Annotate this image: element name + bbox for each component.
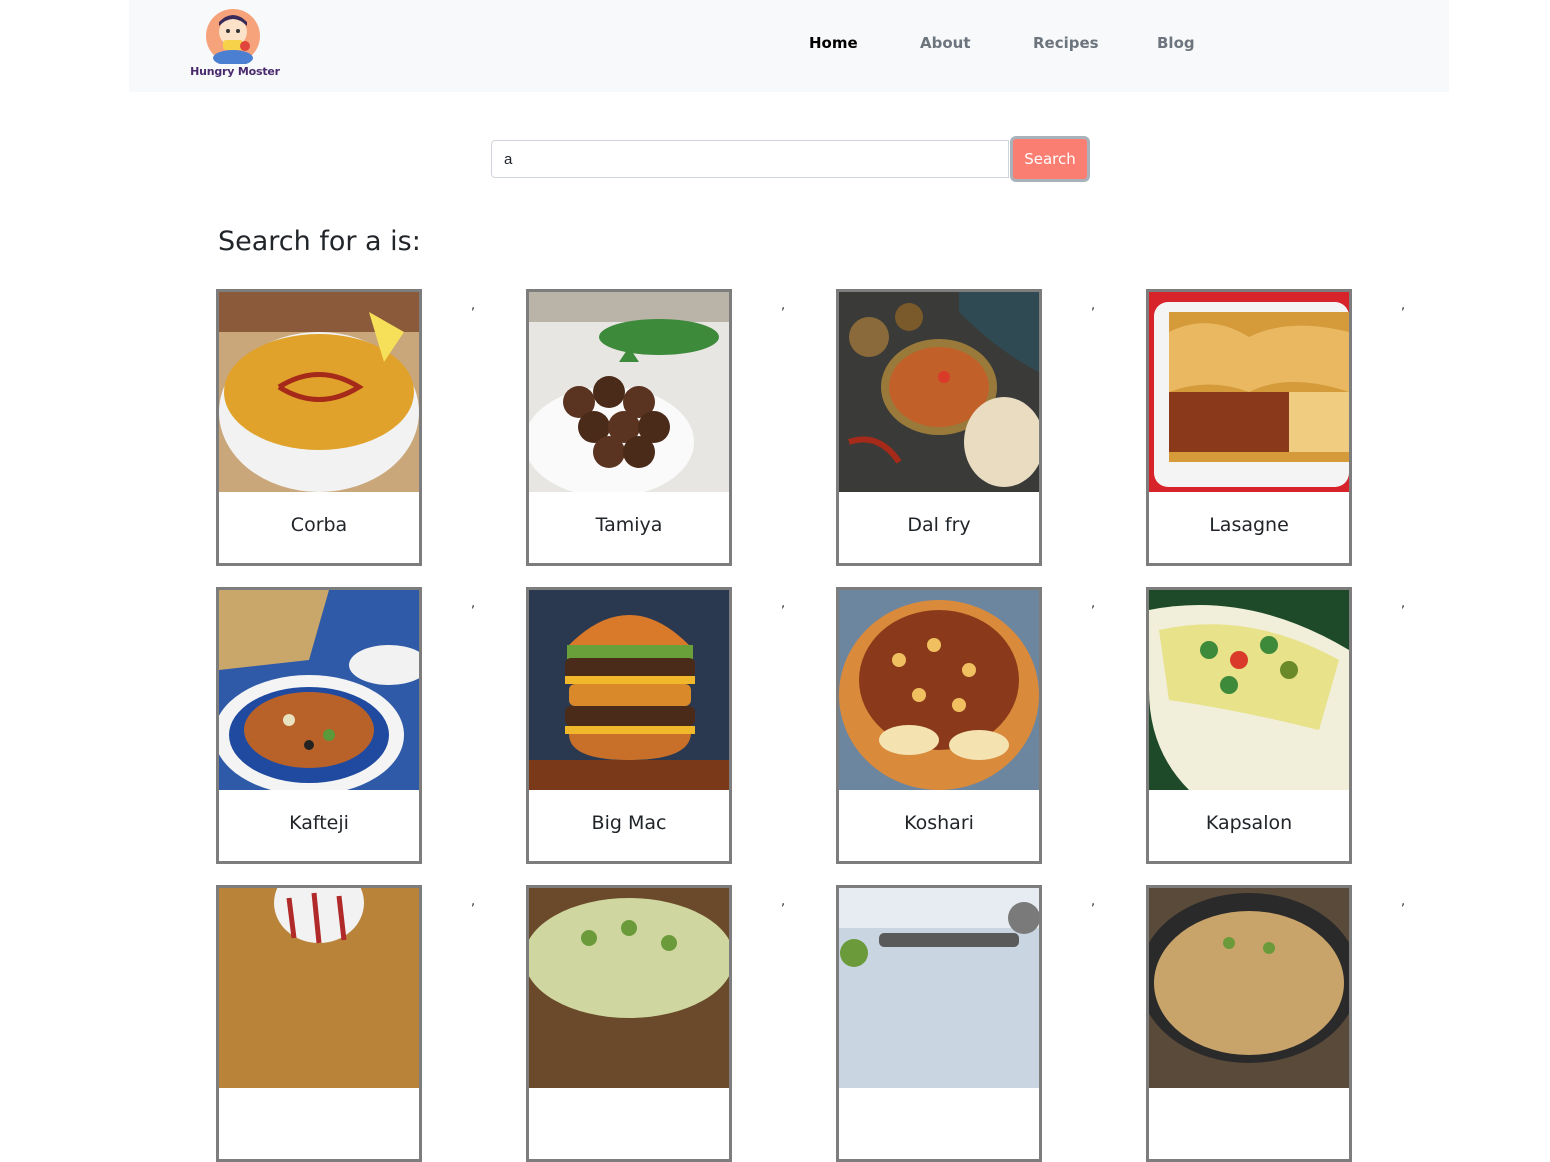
recipe-card[interactable]: Dal fry (836, 289, 1042, 566)
recipe-title: Tamiya (595, 514, 663, 536)
recipe-card[interactable]: Kafteji (216, 587, 422, 864)
recipe-image (219, 292, 419, 492)
recipe-title (219, 1088, 419, 1159)
search-button[interactable]: Search (1010, 136, 1090, 182)
recipe-title: Kapsalon (1205, 812, 1293, 834)
recipe-image (839, 590, 1039, 790)
nav-link-home[interactable]: Home (809, 34, 858, 52)
recipe-image (529, 292, 729, 492)
separator: , (1401, 894, 1406, 909)
nav-link-about[interactable]: About (920, 34, 971, 52)
recipe-image (529, 590, 729, 790)
recipe-title (529, 1088, 729, 1159)
separator: , (471, 298, 476, 313)
separator: , (781, 894, 786, 909)
nav-link-recipes[interactable]: Recipes (1033, 34, 1099, 52)
recipe-image (839, 888, 1039, 1088)
separator: , (781, 298, 786, 313)
recipe-card[interactable]: Big Mac (526, 587, 732, 864)
search-form (491, 138, 1091, 182)
recipe-card[interactable] (1146, 885, 1352, 1162)
recipe-title: Big Mac (591, 812, 667, 834)
separator: , (1091, 596, 1096, 611)
nav-link-blog[interactable]: Blog (1157, 34, 1195, 52)
hungry-monster-logo (206, 9, 260, 64)
recipe-title (839, 1088, 1039, 1159)
separator: , (1091, 298, 1096, 313)
brand-logo-link[interactable]: Hungry Moster (187, 8, 283, 84)
recipe-card[interactable]: Kapsalon (1146, 587, 1352, 864)
recipe-card[interactable] (836, 885, 1042, 1162)
search-input[interactable] (491, 140, 1009, 178)
separator: , (1091, 894, 1096, 909)
recipe-card[interactable]: Lasagne (1146, 289, 1352, 566)
recipe-image (529, 888, 729, 1088)
recipe-image (219, 590, 419, 790)
separator: , (471, 894, 476, 909)
recipe-title: Koshari (904, 812, 974, 834)
recipe-image (1149, 590, 1349, 790)
recipe-title: Lasagne (1209, 514, 1289, 536)
recipe-image (219, 888, 419, 1088)
recipe-title: Corba (290, 514, 348, 536)
brand-name: Hungry Moster (190, 65, 280, 78)
recipe-title (1149, 1088, 1349, 1159)
recipe-image (1149, 888, 1349, 1088)
results-heading: Search for a is: (218, 226, 421, 257)
separator: , (1401, 596, 1406, 611)
separator: , (781, 596, 786, 611)
recipe-card[interactable]: Tamiya (526, 289, 732, 566)
recipe-title: Dal fry (907, 514, 971, 536)
recipe-card[interactable] (216, 885, 422, 1162)
recipe-card[interactable] (526, 885, 732, 1162)
separator: , (471, 596, 476, 611)
recipe-image (839, 292, 1039, 492)
navbar: Hungry Moster Home About Recipes Blog (129, 0, 1449, 92)
recipe-title: Kafteji (289, 812, 349, 834)
recipe-card[interactable]: Koshari (836, 587, 1042, 864)
recipe-card[interactable]: Corba (216, 289, 422, 566)
separator: , (1401, 298, 1406, 313)
recipe-image (1149, 292, 1349, 492)
